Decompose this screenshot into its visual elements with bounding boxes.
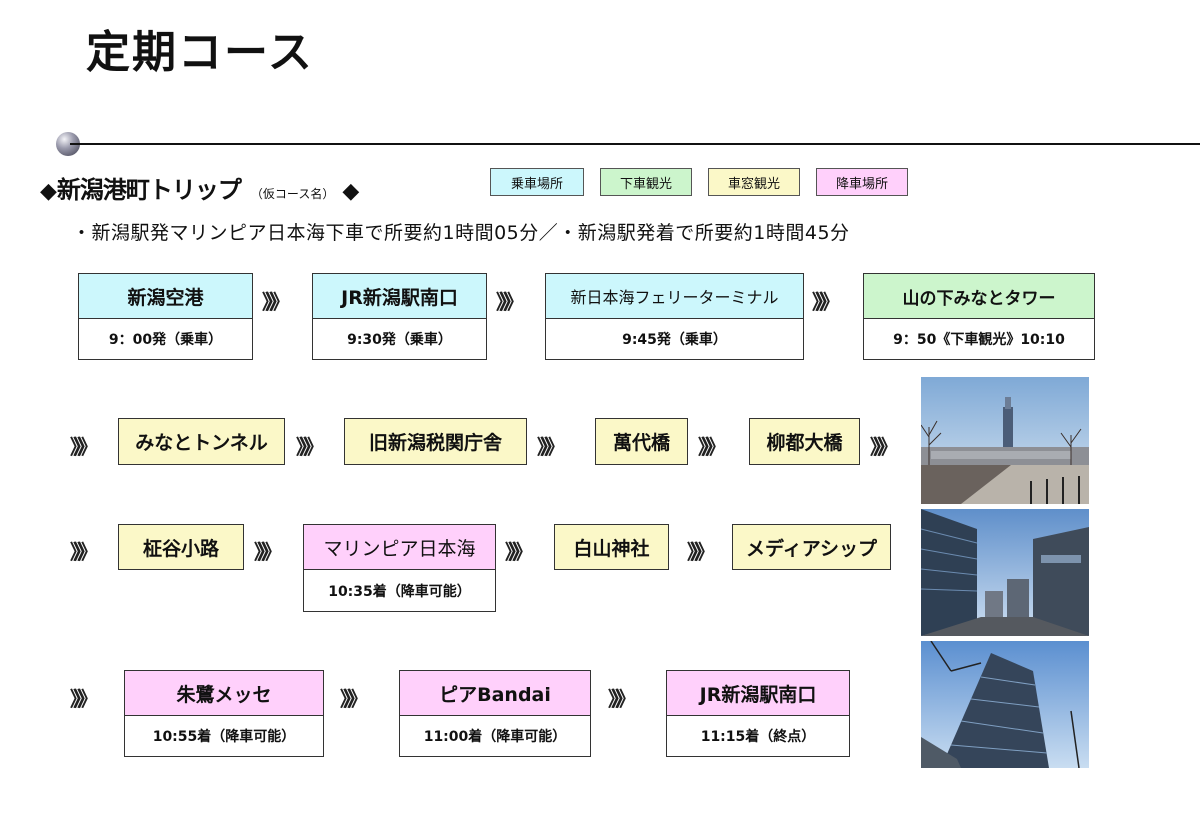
stop-ferry-terminal: 新日本海フェリーターミナル 9:45発（乗車）	[545, 273, 804, 360]
legend-ride: 乗車場所	[490, 168, 584, 196]
photo-station-plaza	[921, 377, 1089, 504]
legend-window: 車窓観光	[708, 168, 800, 196]
stop-marinepia: マリンピア日本海 10:35着（降車可能）	[303, 524, 496, 612]
route-arrow: 》》》	[340, 687, 368, 711]
stop-name: JR新潟駅南口	[312, 273, 487, 319]
legend-drop: 降車場所	[816, 168, 908, 196]
stop-hakusan-shrine: 白山神社	[554, 524, 669, 570]
stop-time: 11:15着（終点）	[666, 716, 850, 757]
route-arrow: 》》》	[70, 540, 98, 564]
stop-pia-bandai: ピアBandai 11:00着（降車可能）	[399, 670, 591, 757]
route-arrow: 》》》	[296, 435, 324, 459]
stop-jr-niigata-south-end: JR新潟駅南口 11:15着（終点）	[666, 670, 850, 757]
route-arrow: 》》》	[496, 290, 524, 314]
route-arrow: 》》》	[70, 687, 98, 711]
stop-time: 11:00着（降車可能）	[399, 716, 591, 757]
stop-name: 新日本海フェリーターミナル	[545, 273, 804, 319]
stop-name: メディアシップ	[732, 524, 891, 570]
diamond-icon: ◆	[40, 179, 57, 204]
stop-time: 10:35着（降車可能）	[303, 570, 496, 612]
stop-name: 萬代橋	[595, 418, 688, 465]
stop-name: マリンピア日本海	[303, 524, 496, 570]
route-arrow: 》》》	[537, 435, 565, 459]
stop-time: 9:30発（乗車）	[312, 319, 487, 360]
stop-name: JR新潟駅南口	[666, 670, 850, 716]
stop-old-customs: 旧新潟税関庁舎	[344, 418, 527, 465]
stop-name: みなとトンネル	[118, 418, 285, 465]
stop-toki-messe: 朱鷺メッセ 10:55着（降車可能）	[124, 670, 324, 757]
page-title: 定期コース	[86, 27, 314, 78]
course-heading: ◆ 新潟港町トリップ （仮コース名） ◆	[40, 170, 359, 205]
stop-name: 旧新潟税関庁舎	[344, 418, 527, 465]
stop-bandai-bridge: 萬代橋	[595, 418, 688, 465]
stop-name: ピアBandai	[399, 670, 591, 716]
route-arrow: 》》》	[70, 435, 98, 459]
stop-name: 朱鷺メッセ	[124, 670, 324, 716]
route-arrow: 》》》	[262, 290, 290, 314]
route-arrow: 》》》	[254, 540, 282, 564]
stop-jr-niigata-south: JR新潟駅南口 9:30発（乗車）	[312, 273, 487, 360]
stop-media-ship: メディアシップ	[732, 524, 891, 570]
route-arrow: 》》》	[608, 687, 636, 711]
route-arrow: 》》》	[687, 540, 715, 564]
photo-street-buildings	[921, 509, 1089, 636]
stop-time: 9:45発（乗車）	[545, 319, 804, 360]
legend-sight: 下車観光	[600, 168, 692, 196]
course-name-tag: （仮コース名）	[250, 187, 335, 201]
stop-ryuto-bridge: 柳都大橋	[749, 418, 860, 465]
stop-minato-tunnel: みなとトンネル	[118, 418, 285, 465]
title-divider	[70, 143, 1200, 145]
duration-note: ・新潟駅発マリンピア日本海下車で所要約1時間05分／・新潟駅発着で所要約1時間4…	[72, 222, 850, 244]
route-arrow: 》》》	[812, 290, 840, 314]
stop-time: 9：50《下車観光》10:10	[863, 319, 1095, 360]
stop-minato-tower: 山の下みなとタワー 9：50《下車観光》10:10	[863, 273, 1095, 360]
diamond-icon: ◆	[342, 179, 360, 204]
photo-tower-building	[921, 641, 1089, 768]
stop-masaya-koji: 柾谷小路	[118, 524, 244, 570]
route-arrow: 》》》	[870, 435, 898, 459]
stop-name: 山の下みなとタワー	[863, 273, 1095, 319]
stop-name: 新潟空港	[78, 273, 253, 319]
route-arrow: 》》》	[698, 435, 726, 459]
stop-time: 9：00発（乗車）	[78, 319, 253, 360]
stop-time: 10:55着（降車可能）	[124, 716, 324, 757]
course-name: 新潟港町トリップ	[56, 176, 242, 204]
stop-niigata-airport: 新潟空港 9：00発（乗車）	[78, 273, 253, 360]
stop-name: 柳都大橋	[749, 418, 860, 465]
stop-name: 柾谷小路	[118, 524, 244, 570]
stop-name: 白山神社	[554, 524, 669, 570]
route-arrow: 》》》	[505, 540, 533, 564]
